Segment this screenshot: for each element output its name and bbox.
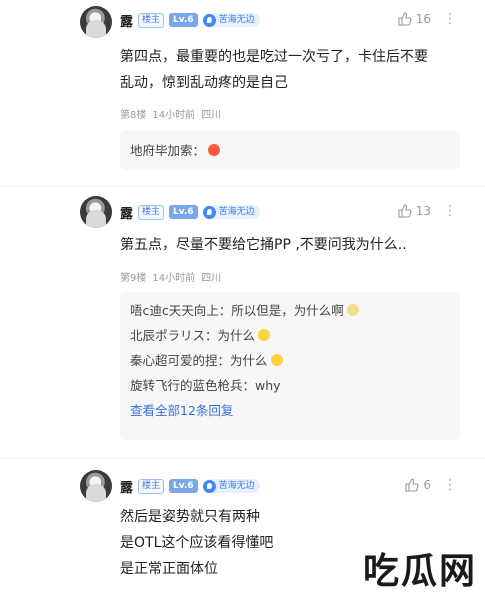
like-count: 6 [423,478,431,492]
post-time: 14小时前 [152,273,196,284]
reply-text: 北辰ポラリス：为什么 [130,328,256,343]
yellow-emoji-icon [270,354,283,366]
post-time: 14小时前 [152,110,196,121]
level-badge: Lv.6 [169,479,198,493]
floor-info: 第8楼 14小时前 四川 [120,106,221,121]
reply-text: 旋转飞行的蓝色枪兵：why [130,378,281,393]
more-options-icon[interactable]: ⋮ [443,12,457,26]
reply-text: 唔c迪c天天向上：所以但是，为什么啊 [130,303,344,318]
more-options-icon[interactable]: ⋮ [443,478,457,492]
content-line: 第五点，尽量不要给它捅PP ,不要问我为什么.. [120,237,407,253]
content-line: 第四点，最重要的也是吃过一次亏了，卡住后不要 [120,49,428,65]
group-badge: 苦海无边 [202,479,260,493]
reply-text: 地府毕加索： [130,142,206,158]
reply-item[interactable]: 北辰ポラリス：为什么 [130,323,450,348]
content-line: 然后是姿势就只有两种 [120,509,260,525]
like-button[interactable]: 13 [398,204,431,218]
like-count: 13 [415,204,431,218]
thumbs-up-icon [405,478,419,492]
group-badge: 苦海无边 [202,205,260,219]
avatar[interactable] [80,196,112,228]
group-name: 苦海无边 [218,207,255,217]
post-location: 四川 [201,110,222,121]
op-badge: 楼主 [138,478,165,494]
user-meta: 露 楼主 Lv.6 苦海无边 [120,10,260,30]
level-badge: Lv.6 [169,205,198,219]
op-badge: 楼主 [138,204,165,220]
thumbs-up-icon [398,204,412,218]
thumbs-up-icon [398,12,412,26]
post-location: 四川 [201,273,222,284]
comment-content: 第五点，尽量不要给它捅PP ,不要问我为什么.. [120,232,460,258]
username[interactable]: 露 [120,11,133,30]
reply-box: 唔c迪c天天向上：所以但是，为什么啊 北辰ポラリス：为什么 秦心超可爱的捏：为什… [120,292,460,440]
group-name: 苦海无边 [218,481,255,491]
user-meta: 露 楼主 Lv.6 苦海无边 [120,476,260,496]
group-icon [202,13,216,27]
reply-box[interactable]: 地府毕加索： [120,130,460,170]
avatar[interactable] [80,6,112,38]
group-icon [202,479,216,493]
username[interactable]: 露 [120,477,133,496]
like-count: 16 [415,12,431,26]
content-line: 乱动，惊到乱动疼的是自己 [120,75,288,91]
reply-text: 秦心超可爱的捏：为什么 [130,353,268,368]
floor-number: 第9楼 [120,273,147,284]
reply-item[interactable]: 旋转飞行的蓝色枪兵：why [130,373,450,398]
reply-item[interactable]: 秦心超可爱的捏：为什么 [130,348,450,373]
divider [0,186,485,187]
red-emoji-icon [208,143,221,156]
reply-item[interactable]: 唔c迪c天天向上：所以但是，为什么啊 [130,298,450,323]
like-button[interactable]: 16 [398,12,431,26]
yellow-emoji-icon [346,304,359,316]
yellow-emoji-icon [258,329,271,341]
floor-info: 第9楼 14小时前 四川 [120,269,221,284]
username[interactable]: 露 [120,203,133,222]
op-badge: 楼主 [138,12,165,28]
view-all-replies-link[interactable]: 查看全部12条回复 [130,398,450,424]
watermark-logo: 吃瓜网 [362,551,477,592]
like-button[interactable]: 6 [405,478,431,492]
user-meta: 露 楼主 Lv.6 苦海无边 [120,202,260,222]
group-icon [202,205,216,219]
floor-number: 第8楼 [120,110,147,121]
group-name: 苦海无边 [218,15,255,25]
group-badge: 苦海无边 [202,13,260,27]
avatar[interactable] [80,470,112,502]
divider [0,458,485,459]
reply-item[interactable]: 地府毕加索： [130,138,221,163]
comment-content: 第四点，最重要的也是吃过一次亏了，卡住后不要 乱动，惊到乱动疼的是自己 [120,44,460,96]
level-badge: Lv.6 [169,13,198,27]
more-options-icon[interactable]: ⋮ [443,204,457,218]
